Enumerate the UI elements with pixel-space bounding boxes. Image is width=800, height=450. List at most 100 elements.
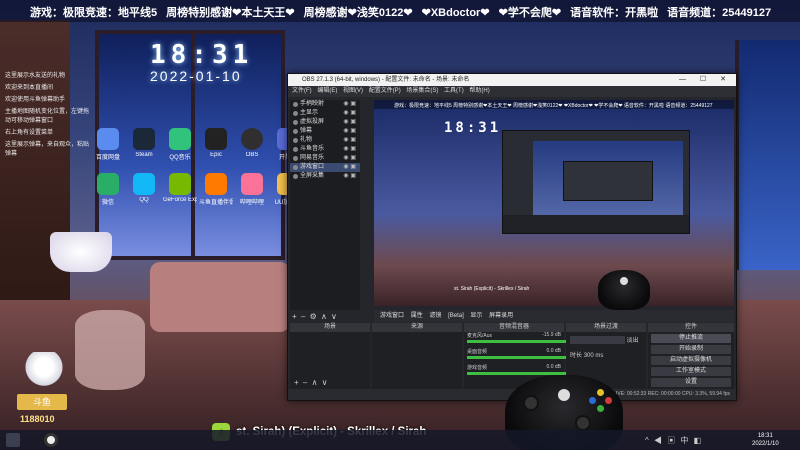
- preview-now-playing: st. Sirah (Explicit) - Skrillex / Sirah: [454, 286, 530, 292]
- source-item[interactable]: 礼物 ◉ ▣: [290, 136, 360, 145]
- desktop-icon[interactable]: Epic: [200, 128, 232, 161]
- room-window-right: [735, 40, 800, 270]
- preview-clock: 18:31: [444, 120, 502, 136]
- properties-button[interactable]: 属性: [411, 313, 423, 319]
- capture-method-select[interactable]: 屏幕录用: [489, 313, 513, 319]
- transition-select[interactable]: [570, 336, 625, 345]
- virtual-camera-button[interactable]: 启动虚拟摄像机: [651, 356, 731, 365]
- source-item[interactable]: 虚拟投屏 ◉ ▣: [290, 118, 360, 127]
- chat-line: 主播地图随机变化位置，左键拖动可移动弹幕窗口: [5, 109, 90, 124]
- lamp-decor: [50, 232, 112, 272]
- nested-mixer: [503, 215, 689, 233]
- scene-add-remove-buttons[interactable]: + – ∧ ∨: [294, 378, 328, 387]
- window-controls[interactable]: — ☐ ✕: [679, 74, 732, 86]
- menu-profile[interactable]: 配置文件(P): [369, 88, 401, 94]
- start-button[interactable]: [6, 433, 20, 447]
- desktop-icon[interactable]: GeForce Experience: [163, 173, 197, 206]
- xbox-logo-icon: [558, 389, 570, 402]
- scenes-dock-header: 场景: [290, 323, 370, 332]
- visibility-eye-icon[interactable]: ◉ ▣: [343, 172, 356, 181]
- display-select[interactable]: [Beta] 显示: [448, 313, 482, 319]
- menu-help[interactable]: 帮助(H): [469, 88, 489, 94]
- preview-ticker: 游戏：极限竞速：地平线5 周榜特别感谢❤本土天王❤ 周榜感谢❤浅笑0122❤ ❤…: [374, 100, 734, 109]
- wall-decor: [0, 20, 70, 320]
- obs-window-title: OBS 27.1.3 (64-bit, windows) - 配置文件: 未命名…: [302, 77, 470, 83]
- settings-button[interactable]: 设置: [651, 378, 731, 387]
- taskbar-date: 2022/1/10: [752, 441, 779, 447]
- bilibili-icon: [241, 173, 263, 195]
- chat-line: 这里展示弹幕，来自观众，粘贴弹幕: [5, 142, 90, 157]
- visibility-eye-icon[interactable]: ◉ ▣: [343, 100, 356, 109]
- duration-field[interactable]: 300 ms: [584, 353, 604, 359]
- system-tray[interactable]: ^ ◀ ▣ 中 ◧: [645, 435, 701, 446]
- chat-line: 欢迎来到本直播间: [5, 85, 54, 91]
- controls-dock: 停止推流 开始录制 启动虚拟摄像机 工作室模式 设置: [648, 332, 734, 390]
- menu-view[interactable]: 视图(V): [343, 88, 363, 94]
- visibility-eye-icon[interactable]: ◉ ▣: [343, 118, 356, 127]
- menu-scene-collection[interactable]: 场景集合(S): [406, 88, 438, 94]
- qq-icon: [133, 173, 155, 195]
- visibility-eye-icon[interactable]: ◉ ▣: [343, 154, 356, 163]
- fish-ball-count: 1188010: [20, 414, 55, 424]
- mixer-channel[interactable]: 麦克风/Aux -15.9 dB: [464, 332, 615, 348]
- douyu-icon: [205, 173, 227, 195]
- taskbar: ^ ◀ ▣ 中 ◧ 18:31 2022/1/10: [0, 430, 800, 450]
- transition-duration-row[interactable]: 时长 300 ms: [566, 347, 646, 362]
- visibility-eye-icon[interactable]: ◉ ▣: [343, 163, 356, 172]
- b-button-icon: [605, 397, 612, 404]
- menu-file[interactable]: 文件(F): [292, 88, 312, 94]
- source-add-remove-buttons[interactable]: + – ⚙ ∧ ∨: [292, 312, 337, 321]
- source-item[interactable]: 弹幕 ◉ ▣: [290, 127, 360, 136]
- stream-ticker: 游戏：极限竞速：地平线5 周榜特别感谢❤本土天王❤ 周榜感谢❤浅笑0122❤ ❤…: [0, 0, 800, 22]
- desktop-icon[interactable]: 斗鱼直播伴侣: [199, 173, 233, 206]
- mixer-channel[interactable]: 桌面音频 0.0 dB: [464, 348, 615, 364]
- fish-ball-button[interactable]: 斗鱼: [17, 394, 67, 410]
- steam-icon: [133, 128, 155, 150]
- scenes-dock: + – ∧ ∨: [290, 332, 370, 390]
- studio-mode-button[interactable]: 工作室模式: [651, 367, 731, 376]
- right-stick-icon: [575, 415, 591, 431]
- table-decor: [75, 310, 145, 390]
- obs-taskbar-icon[interactable]: [44, 433, 58, 447]
- geforce-icon: [169, 173, 191, 195]
- start-recording-button[interactable]: 开始录制: [651, 345, 731, 354]
- visibility-eye-icon[interactable]: ◉ ▣: [343, 109, 356, 118]
- taskbar-clock[interactable]: 18:31 2022/1/10: [752, 432, 779, 448]
- x-button-icon: [589, 397, 596, 404]
- source-item[interactable]: 全屏采集 ◉ ▣: [290, 172, 360, 181]
- stop-streaming-button[interactable]: 停止推流: [651, 334, 731, 343]
- obs-preview-canvas[interactable]: 游戏：极限竞速：地平线5 周榜特别感谢❤本土天王❤ 周榜感谢❤浅笑0122❤ ❤…: [374, 100, 734, 306]
- baidu-netdisk-icon: [97, 128, 119, 150]
- menu-edit[interactable]: 编辑(E): [317, 88, 337, 94]
- desktop-icon[interactable]: 哔哩哔哩: [236, 173, 268, 206]
- obs-menu-bar: 文件(F) 编辑(E) 视图(V) 配置文件(P) 场景集合(S) 工具(T) …: [288, 86, 736, 97]
- visibility-eye-icon[interactable]: ◉ ▣: [343, 145, 356, 154]
- menu-tools[interactable]: 工具(T): [444, 88, 464, 94]
- source-item[interactable]: 斗鱼音乐 ◉ ▣: [290, 145, 360, 154]
- source-item[interactable]: 主显示 ◉ ▣: [290, 109, 360, 118]
- desktop-icon[interactable]: 微信: [92, 173, 124, 206]
- gamepad-overlay-small: [598, 270, 650, 310]
- desktop-icon[interactable]: OBS: [236, 128, 268, 161]
- desktop-icon-grid: 百度网盘 Steam QQ音乐 Epic OBS 开黑啦 微信 QQ GeFor…: [92, 128, 301, 206]
- chat-line: 这里展示水友送的礼物: [5, 73, 66, 79]
- desktop-icon[interactable]: 百度网盘: [92, 128, 124, 161]
- chat-line: 右上角有设置菜单: [5, 130, 54, 136]
- qq-music-icon: [169, 128, 191, 150]
- source-item[interactable]: 游戏窗口 ◉ ▣: [290, 163, 360, 172]
- source-item[interactable]: 手柄映射 ◉ ▣: [290, 100, 360, 109]
- shark-mascot-icon: [24, 352, 64, 390]
- transition-type-row[interactable]: 淡出: [566, 332, 646, 347]
- y-button-icon: [597, 389, 604, 396]
- source-item[interactable]: 网易音乐 ◉ ▣: [290, 154, 360, 163]
- obs-window[interactable]: OBS 27.1.3 (64-bit, windows) - 配置文件: 未命名…: [287, 73, 737, 401]
- desktop-icon[interactable]: QQ: [128, 173, 160, 206]
- desktop-icon[interactable]: QQ音乐: [164, 128, 196, 161]
- sources-list: 手柄映射 ◉ ▣ 主显示 ◉ ▣ 虚拟投屏 ◉ ▣ 弹幕 ◉ ▣ 礼物 ◉ ▣ 斗鱼音乐 ◉…: [290, 100, 360, 310]
- desktop-icon[interactable]: Steam: [128, 128, 160, 161]
- visibility-eye-icon[interactable]: ◉ ▣: [343, 127, 356, 136]
- filters-button[interactable]: 滤镜: [429, 313, 441, 319]
- visibility-eye-icon[interactable]: ◉ ▣: [343, 136, 356, 145]
- clock-time: 18:31: [150, 40, 254, 70]
- obs-title-bar[interactable]: OBS 27.1.3 (64-bit, windows) - 配置文件: 未命名…: [288, 74, 736, 86]
